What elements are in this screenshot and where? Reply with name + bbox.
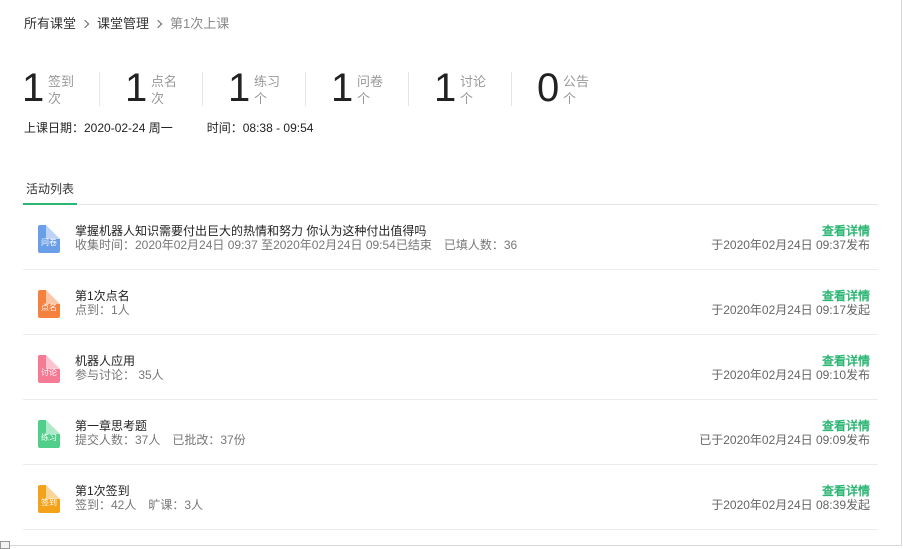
stat-label: 公告 bbox=[563, 74, 590, 89]
divider bbox=[202, 72, 203, 106]
stat-value: 1 bbox=[331, 66, 354, 110]
session-info: 上课日期：2020-02-24 周一 时间：08:38 - 09:54 bbox=[24, 121, 313, 136]
breadcrumb-class-management[interactable]: 课堂管理 bbox=[97, 16, 149, 32]
file-icon-label: 点名 bbox=[41, 303, 57, 312]
stat-value: 1 bbox=[22, 66, 45, 110]
stat-exercise: 1 练习 个 bbox=[228, 66, 331, 110]
file-icon-label: 讨论 bbox=[41, 368, 57, 377]
activity-meta-primary: 收集时间：2020年02月24日 09:37 至2020年02月24日 09:5… bbox=[75, 238, 432, 252]
stat-unit: 次 bbox=[151, 91, 165, 106]
chevron-right-icon bbox=[80, 19, 90, 29]
session-date: 上课日期：2020-02-24 周一 bbox=[24, 121, 173, 135]
divider bbox=[305, 72, 306, 106]
view-details-link[interactable]: 查看详情 bbox=[822, 224, 870, 238]
breadcrumb: 所有课堂 课堂管理 第1次上课 bbox=[24, 16, 229, 32]
view-details-link[interactable]: 查看详情 bbox=[822, 354, 870, 368]
stat-discussion: 1 讨论 个 bbox=[434, 66, 537, 110]
stat-label: 点名 bbox=[151, 74, 178, 89]
tab-activity-list[interactable]: 活动列表 bbox=[23, 182, 78, 205]
activity-title: 第1次点名 bbox=[75, 289, 130, 303]
activity-published: 已于2020年02月24日 09:09发布 bbox=[699, 433, 870, 447]
stat-unit: 个 bbox=[357, 91, 371, 106]
checkin-file-icon: 签到 bbox=[38, 485, 60, 513]
activity-meta: 收集时间：2020年02月24日 09:37 至2020年02月24日 09:5… bbox=[75, 238, 517, 252]
list-item: 点名 第1次点名 点到：1人 查看详情 于2020年02月24日 09:17发起 bbox=[23, 270, 878, 335]
activity-meta-primary: 提交人数：37人 bbox=[75, 433, 161, 447]
stat-checkin: 1 签到 次 bbox=[22, 66, 125, 110]
file-icon-label: 练习 bbox=[41, 433, 57, 442]
stat-value: 1 bbox=[228, 66, 251, 110]
rollcall-file-icon: 点名 bbox=[38, 290, 60, 318]
activity-title: 掌握机器人知识需要付出巨大的热情和努力 你认为这种付出值得吗 bbox=[75, 224, 427, 238]
activity-title: 机器人应用 bbox=[75, 354, 136, 368]
stat-questionnaire: 1 问卷 个 bbox=[331, 66, 434, 110]
divider bbox=[408, 72, 409, 106]
divider bbox=[99, 72, 100, 106]
view-details-link[interactable]: 查看详情 bbox=[822, 289, 870, 303]
view-details-link[interactable]: 查看详情 bbox=[822, 419, 870, 433]
activity-published: 于2020年02月24日 08:39发起 bbox=[711, 498, 870, 512]
activity-meta: 参与讨论： 35人 bbox=[75, 368, 164, 382]
activity-title: 第一章思考题 bbox=[75, 419, 148, 433]
activity-meta: 点到：1人 bbox=[75, 303, 130, 317]
chevron-right-icon bbox=[153, 19, 163, 29]
activity-meta-secondary: 已填人数：36 bbox=[443, 238, 518, 252]
activity-published: 于2020年02月24日 09:17发起 bbox=[711, 303, 870, 317]
activity-meta-secondary: 已批改：37份 bbox=[172, 433, 246, 447]
activity-meta-primary: 参与讨论： 35人 bbox=[75, 368, 164, 382]
tab-bar: 活动列表 bbox=[23, 180, 878, 205]
stat-unit: 个 bbox=[460, 91, 474, 106]
stat-value: 1 bbox=[434, 66, 457, 110]
list-item: 问卷 掌握机器人知识需要付出巨大的热情和努力 你认为这种付出值得吗 收集时间：2… bbox=[23, 205, 878, 270]
list-item: 签到 第1次签到 签到：42人 旷课：3人 查看详情 于2020年02月24日 0… bbox=[23, 465, 878, 530]
stat-label: 练习 bbox=[254, 74, 281, 89]
stat-unit: 个 bbox=[254, 91, 268, 106]
activity-published: 于2020年02月24日 09:37发布 bbox=[711, 238, 870, 252]
list-item: 讨论 机器人应用 参与讨论： 35人 查看详情 于2020年02月24日 09:… bbox=[23, 335, 878, 400]
activity-published: 于2020年02月24日 09:10发布 bbox=[711, 368, 870, 382]
stats-summary: 1 签到 次 1 点名 次 1 练习 个 1 问卷 个 1 讨论 个 0 公告 … bbox=[22, 66, 640, 110]
questionnaire-file-icon: 问卷 bbox=[38, 225, 60, 253]
activity-meta-secondary: 旷课：3人 bbox=[148, 498, 204, 512]
activity-meta-primary: 签到：42人 bbox=[75, 498, 137, 512]
list-item: 练习 第一章思考题 提交人数：37人 已批改：37份 查看详情 已于2020年02… bbox=[23, 400, 878, 465]
breadcrumb-all-classes[interactable]: 所有课堂 bbox=[24, 16, 76, 32]
activity-meta: 提交人数：37人 已批改：37份 bbox=[75, 433, 246, 447]
activity-meta-primary: 点到：1人 bbox=[75, 303, 130, 317]
breadcrumb-current-session: 第1次上课 bbox=[170, 16, 230, 31]
activity-list: 问卷 掌握机器人知识需要付出巨大的热情和努力 你认为这种付出值得吗 收集时间：2… bbox=[23, 205, 878, 530]
stat-announcement: 0 公告 个 bbox=[537, 66, 640, 110]
divider bbox=[511, 72, 512, 106]
stat-value: 1 bbox=[125, 66, 148, 110]
file-icon-label: 问卷 bbox=[41, 238, 57, 247]
file-icon-label: 签到 bbox=[41, 498, 57, 507]
discussion-file-icon: 讨论 bbox=[38, 355, 60, 383]
activity-title: 第1次签到 bbox=[75, 484, 130, 498]
stat-label: 讨论 bbox=[460, 74, 487, 89]
view-details-link[interactable]: 查看详情 bbox=[822, 484, 870, 498]
stat-unit: 次 bbox=[48, 91, 62, 106]
stat-rollcall: 1 点名 次 bbox=[125, 66, 228, 110]
resize-handle-icon[interactable] bbox=[0, 541, 10, 549]
activity-meta: 签到：42人 旷课：3人 bbox=[75, 498, 203, 512]
stat-label: 签到 bbox=[48, 74, 75, 89]
stat-label: 问卷 bbox=[357, 74, 384, 89]
exercise-file-icon: 练习 bbox=[38, 420, 60, 448]
stat-value: 0 bbox=[537, 66, 560, 110]
session-time: 时间：08:38 - 09:54 bbox=[206, 121, 314, 135]
stat-unit: 个 bbox=[563, 91, 577, 106]
